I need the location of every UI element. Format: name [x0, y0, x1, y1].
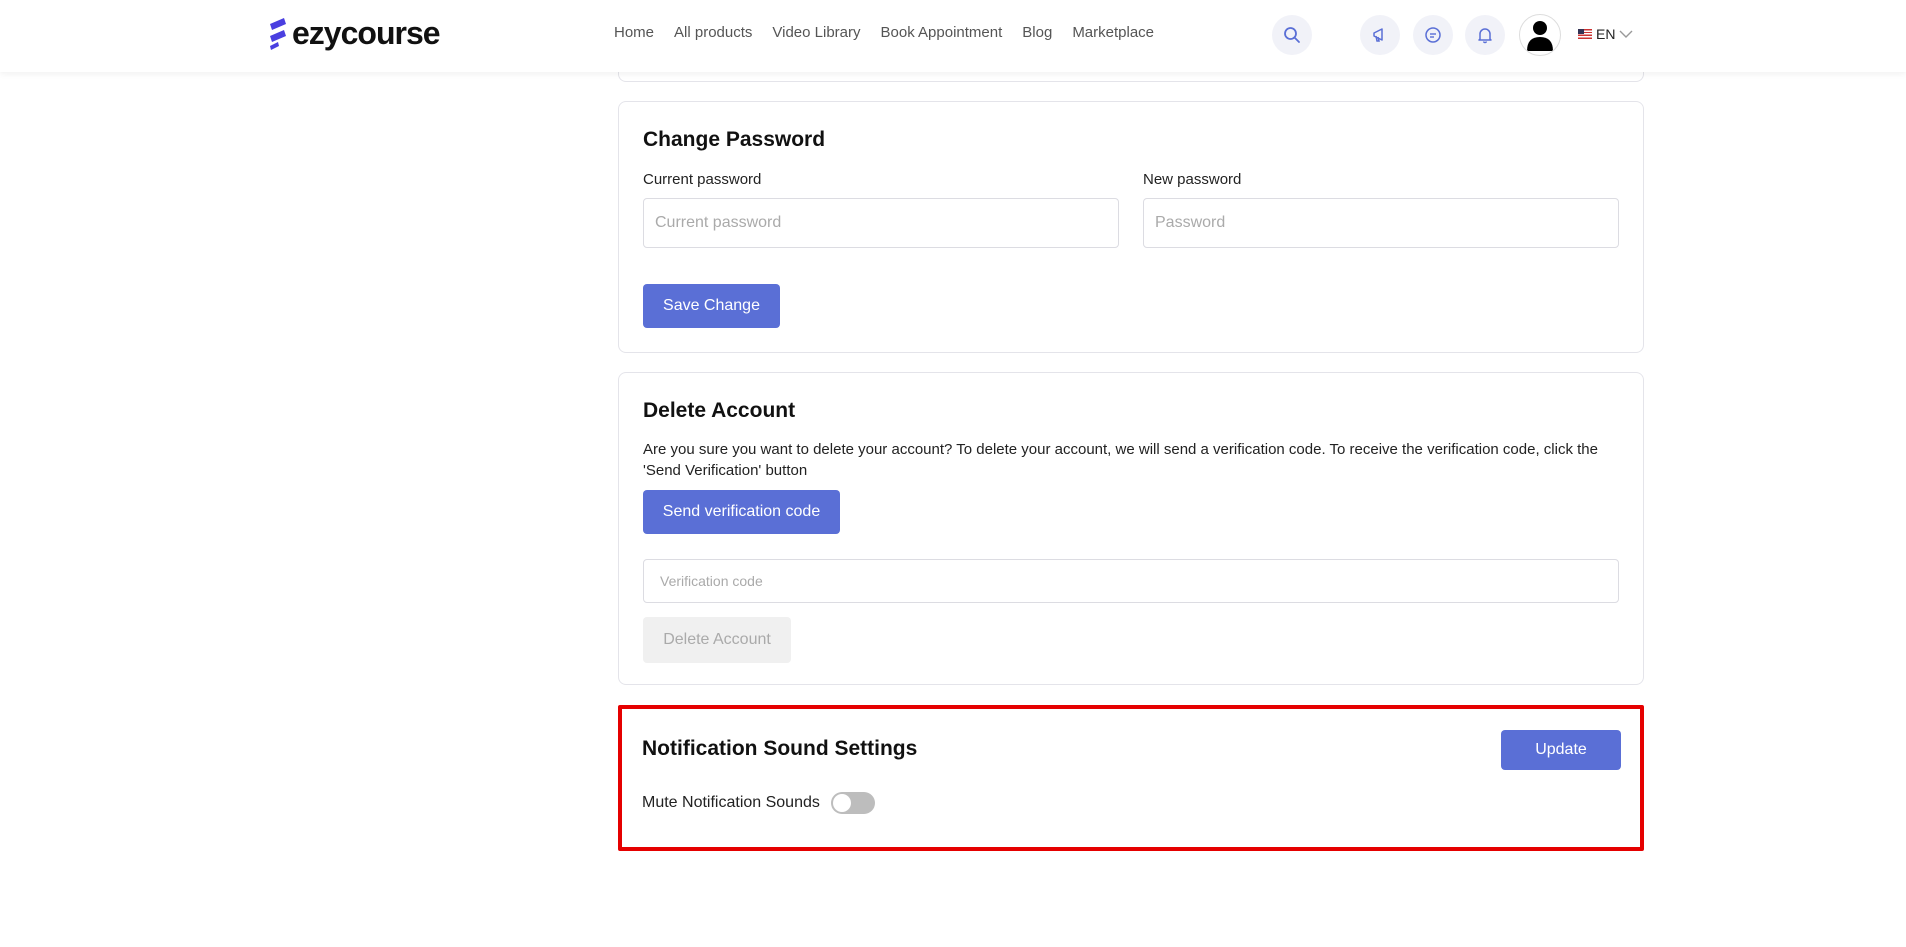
language-label: EN	[1596, 26, 1616, 42]
delete-account-button[interactable]: Delete Account	[643, 617, 791, 663]
flag-us-icon	[1578, 29, 1592, 39]
verification-code-input[interactable]	[643, 559, 1619, 603]
notification-sound-title: Notification Sound Settings	[642, 737, 918, 760]
avatar[interactable]	[1519, 14, 1561, 56]
delete-account-description: Are you sure you want to delete your acc…	[643, 441, 1598, 479]
nav-home[interactable]: Home	[614, 24, 654, 41]
change-password-title: Change Password	[643, 128, 826, 151]
main-nav: Home All products Video Library Book App…	[614, 24, 1154, 41]
nav-all-products[interactable]: All products	[674, 24, 752, 41]
logo-text: ezycourse	[292, 14, 441, 51]
search-icon	[1284, 27, 1300, 43]
chat-icon	[1425, 27, 1441, 43]
notification-sound-settings-card: Notification Sound Settings Update Mute …	[618, 705, 1644, 851]
current-password-label: Current password	[643, 171, 762, 188]
update-button[interactable]: Update	[1501, 730, 1621, 770]
bell-icon	[1478, 28, 1492, 44]
nav-blog[interactable]: Blog	[1022, 24, 1052, 41]
chevron-down-icon	[1619, 30, 1633, 38]
mute-notification-sounds-label: Mute Notification Sounds	[642, 794, 820, 811]
logo-icon	[267, 16, 289, 50]
save-change-button[interactable]: Save Change	[643, 284, 780, 328]
user-icon	[1527, 21, 1553, 51]
announcements-button[interactable]	[1360, 15, 1400, 55]
toggle-knob	[833, 794, 851, 812]
language-selector[interactable]: EN	[1578, 26, 1633, 42]
top-navigation-bar: ezycourse Home All products Video Librar…	[0, 0, 1906, 72]
nav-book-appointment[interactable]: Book Appointment	[881, 24, 1003, 41]
delete-account-title: Delete Account	[643, 399, 796, 422]
new-password-input[interactable]	[1143, 198, 1619, 248]
mute-notification-sounds-toggle[interactable]	[831, 792, 875, 814]
nav-video-library[interactable]: Video Library	[772, 24, 860, 41]
megaphone-icon	[1373, 28, 1383, 42]
current-password-input[interactable]	[643, 198, 1119, 248]
search-button[interactable]	[1272, 15, 1312, 55]
messages-button[interactable]	[1413, 15, 1453, 55]
logo[interactable]: ezycourse	[267, 14, 441, 51]
notifications-button[interactable]	[1465, 15, 1505, 55]
send-verification-code-button[interactable]: Send verification code	[643, 490, 840, 534]
new-password-label: New password	[1143, 171, 1242, 188]
nav-marketplace[interactable]: Marketplace	[1072, 24, 1154, 41]
delete-account-card: Delete Account Are you sure you want to …	[618, 372, 1644, 685]
change-password-card: Change Password Current password New pas…	[618, 101, 1644, 353]
